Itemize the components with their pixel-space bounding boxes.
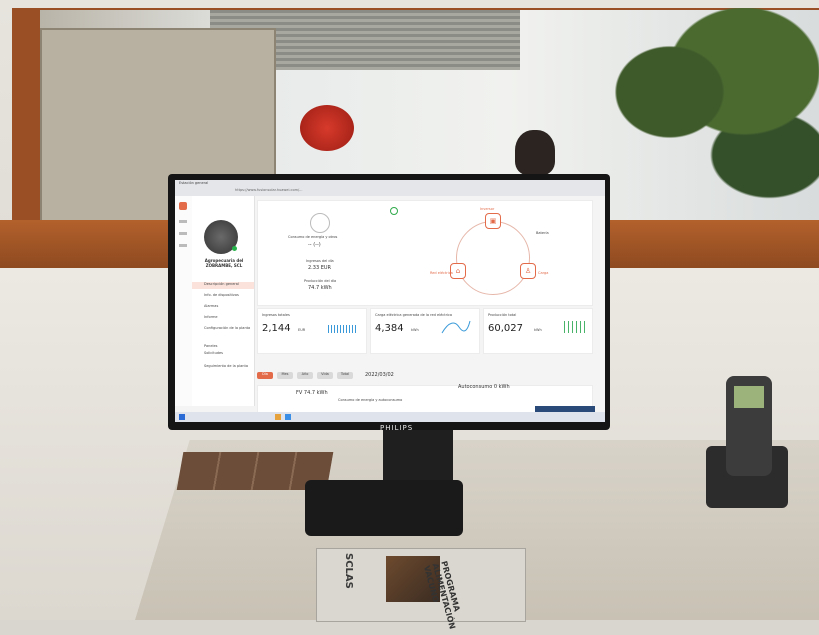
stat-card-grid: Carga eléctrica generada de la red eléct…: [370, 308, 480, 354]
monitor-brand-label: PHILIPS: [380, 424, 414, 432]
tab-day[interactable]: Día: [257, 372, 273, 379]
folder-icon[interactable]: [275, 414, 281, 420]
power-icon[interactable]: [390, 207, 398, 215]
scanner-screen: [734, 386, 764, 408]
grid-label: Red eléctrica: [430, 271, 453, 275]
monitor-screen: Estación general https://www.fusionsolar…: [175, 180, 605, 422]
browser-bar: Estación general https://www.fusionsolar…: [175, 180, 605, 196]
list-icon[interactable]: [179, 232, 187, 235]
stat-value: 4,384: [375, 323, 404, 334]
inverter-icon: ▣: [485, 213, 501, 229]
bar-sparkline: [564, 321, 586, 333]
stat-value: 2,144: [262, 323, 291, 334]
address-bar[interactable]: https://www.fusionsolar.huawei.com/...: [235, 188, 303, 193]
stat-label: Ingresos totales: [262, 313, 290, 317]
tab-life[interactable]: Vida: [317, 372, 333, 379]
tab-total[interactable]: Total: [337, 372, 353, 379]
menu-item-devices[interactable]: Info. de dispositivos: [192, 293, 254, 300]
menu-item-report[interactable]: Informe: [192, 315, 254, 322]
consumption-gauge: [310, 213, 330, 233]
menu-icon[interactable]: [179, 220, 187, 223]
date-selector: Día Mes Año Vida Total 2022/03/02: [257, 372, 457, 380]
online-status-dot: [232, 246, 237, 251]
tab-month[interactable]: Mes: [277, 372, 293, 379]
brochure-logo: SCLAS: [343, 553, 354, 589]
person-in-background: [515, 130, 555, 175]
home-icon[interactable]: [179, 202, 187, 210]
stat-label: Carga eléctrica generada de la red eléct…: [375, 313, 453, 317]
plant-name: Agropecuaria del ZOBRAMBE, SCL: [204, 258, 244, 268]
line-sparkline: [441, 320, 471, 334]
battery-label: Batería: [536, 231, 549, 235]
stat-card-production: Producción total 60,027 kWh: [483, 308, 593, 354]
self-consumption-label: Autoconsumo 0 kWh: [458, 384, 510, 390]
date-value[interactable]: 2022/03/02: [365, 372, 394, 378]
consumption-label: Consumo de energía y otros: [288, 235, 338, 239]
energy-flow-ring: [456, 221, 530, 295]
menu-item-alarms[interactable]: Alarmas: [192, 304, 254, 311]
menu-item-panels[interactable]: Paneles: [192, 344, 254, 351]
stat-card-revenue: Ingresos totales 2,144 EUR: [257, 308, 367, 354]
tab-year[interactable]: Año: [297, 372, 313, 379]
inverter-label: Inversor: [480, 207, 495, 211]
menu-item-requests[interactable]: Solicitudes: [192, 351, 254, 358]
stat-value: 60,027: [488, 323, 523, 334]
stat-unit: kWh: [534, 328, 542, 332]
production-label: Producción del día: [304, 279, 337, 283]
browser-icon[interactable]: [285, 414, 291, 420]
chart-icon[interactable]: [179, 244, 187, 247]
consumption-value: -- (--): [308, 242, 321, 248]
revenue-value: 2.33 EUR: [308, 265, 332, 271]
menu-item-overview[interactable]: Descripción general: [192, 282, 254, 289]
plant-panel: Agropecuaria del ZOBRAMBE, SCL Descripci…: [192, 196, 255, 406]
bar-sparkline: [328, 325, 358, 333]
overview-card: Consumo de energía y otros -- (--) Ingre…: [257, 200, 593, 306]
menu-item-plant-config[interactable]: Configuración de la planta: [192, 326, 254, 333]
red-fan: [300, 105, 354, 151]
consumption-summary-label: Consumo de energía y autoconsumo: [338, 398, 403, 402]
load-label: Carga: [538, 271, 549, 275]
browser-tab[interactable]: Estación general: [179, 181, 208, 186]
menu-item-tracking[interactable]: Seguimiento de la planta: [192, 364, 254, 371]
revenue-label: Ingresos del día: [306, 259, 334, 263]
windows-start-icon[interactable]: [179, 414, 185, 420]
pv-label: FV 74.7 kWh: [296, 390, 328, 396]
side-nav-rail: [175, 196, 193, 406]
stat-unit: EUR: [298, 328, 306, 332]
stat-label: Producción total: [488, 313, 517, 317]
stat-unit: kWh: [411, 328, 419, 332]
windows-taskbar: [175, 412, 605, 422]
load-icon: ♙: [520, 263, 536, 279]
monitor-stand-base: [305, 480, 463, 536]
production-value: 74.7 kWh: [308, 285, 332, 291]
